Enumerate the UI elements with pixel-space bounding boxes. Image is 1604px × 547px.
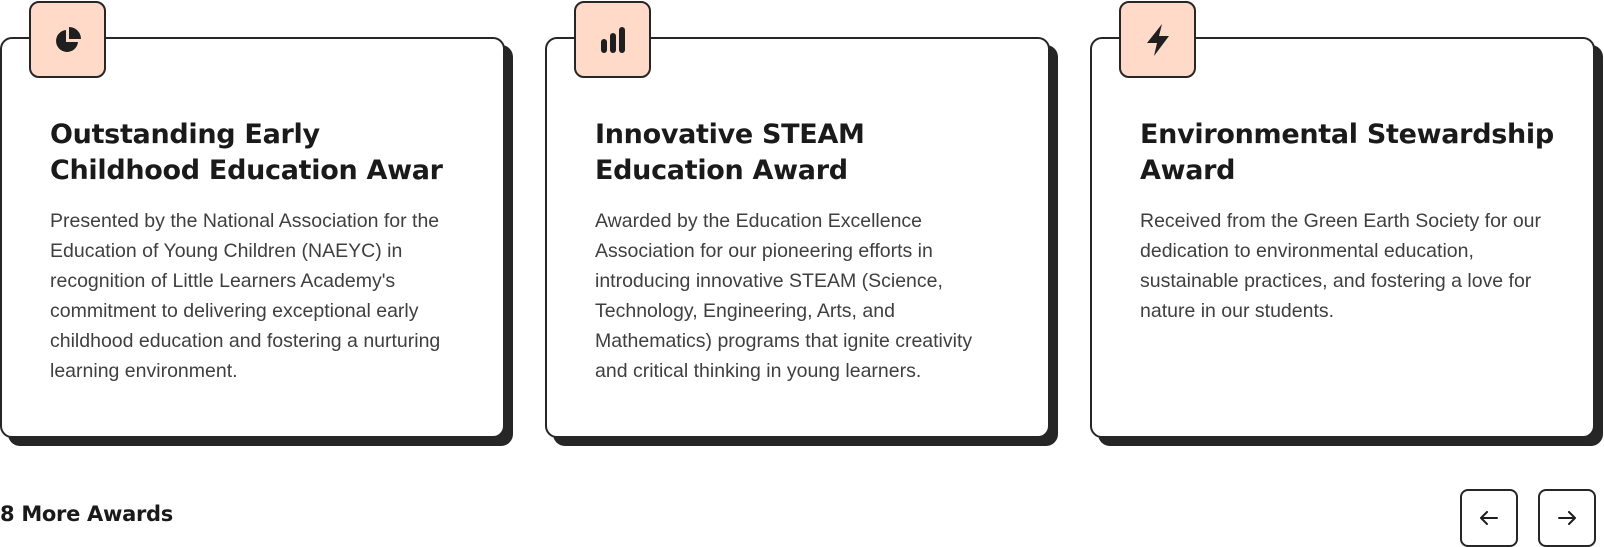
pie-chart-icon [55, 26, 81, 52]
award-description: Awarded by the Education Excellence Asso… [595, 210, 973, 382]
award-icon-badge [29, 1, 106, 78]
award-card: Outstanding Early Childhood Education Aw… [0, 1, 505, 438]
award-card: Innovative STEAM Education Award Awarded… [545, 1, 1050, 438]
award-icon-badge [1119, 1, 1196, 78]
award-icon-badge [574, 1, 651, 78]
bar-chart-icon [600, 26, 625, 53]
award-title: Environmental Stewardship Award [1140, 119, 1554, 186]
lightning-bolt-icon [1146, 23, 1169, 56]
next-button[interactable] [1538, 489, 1596, 547]
more-awards-label: 8 More Awards [0, 502, 173, 526]
arrow-left-icon [1480, 511, 1498, 525]
award-title: Innovative STEAM Education Award [595, 119, 865, 186]
award-description: Received from the Green Earth Society fo… [1140, 210, 1542, 322]
awards-section: Outstanding Early Childhood Education Aw… [0, 0, 1604, 547]
award-description: Presented by the National Association fo… [50, 210, 441, 382]
arrow-right-icon [1558, 511, 1576, 525]
award-card: Environmental Stewardship Award Received… [1090, 1, 1595, 438]
award-title: Outstanding Early Childhood Education Aw… [50, 119, 443, 186]
previous-button[interactable] [1460, 489, 1518, 547]
